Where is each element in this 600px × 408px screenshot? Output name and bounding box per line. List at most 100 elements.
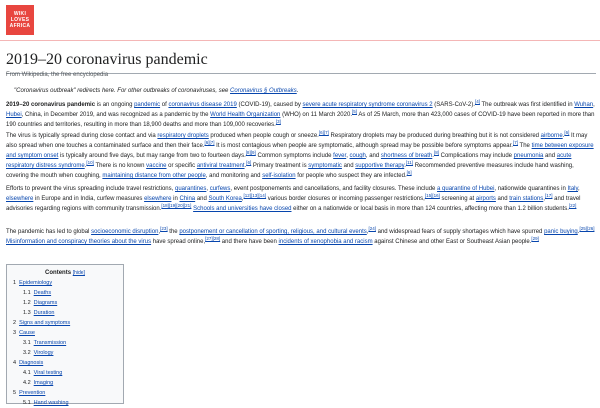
link-panic-buying[interactable]: panic buying: [544, 229, 578, 235]
link-hubei[interactable]: Hubei: [6, 112, 22, 118]
toc-item-number: 5: [13, 390, 17, 396]
citation[interactable]: [29]: [531, 236, 539, 241]
wiki-loves-africa-logo[interactable]: WIKI LOVES AFRICA: [6, 5, 34, 35]
link-south-korea[interactable]: South Korea: [209, 196, 242, 202]
hatnote-link-outbreaks[interactable]: Coronavirus § Outbreaks: [230, 88, 297, 94]
link-self-isolation[interactable]: self-isolation: [262, 173, 295, 179]
citation[interactable]: [6]: [407, 170, 412, 175]
toc-item[interactable]: 1.1 Deaths: [13, 288, 117, 298]
link-xenophobia-and-racism[interactable]: incidents of xenophobia and racism: [279, 239, 373, 245]
citation[interactable]: [6][7]: [204, 140, 214, 145]
toc-item[interactable]: 2 Signs and symptoms: [13, 318, 117, 328]
toc-item[interactable]: 3.2 Virology: [13, 348, 117, 358]
citation[interactable]: [10]: [86, 160, 94, 165]
toc-item[interactable]: 1.3 Duration: [13, 308, 117, 318]
hatnote: "Coronavirus outbreak" redirects here. F…: [14, 88, 299, 94]
citation[interactable]: [3]: [276, 119, 281, 124]
toc-item-label[interactable]: Prevention: [19, 390, 45, 396]
link-sars-cov-2[interactable]: severe acute respiratory syndrome corona…: [303, 102, 433, 108]
citation[interactable]: [8][9]: [246, 150, 256, 155]
link-italy[interactable]: Italy: [567, 186, 578, 192]
citation[interactable]: [12][13][14]: [244, 193, 267, 198]
toc-item-number: 4.1: [23, 370, 31, 376]
logo-line-3: AFRICA: [9, 23, 31, 29]
toc-item-label[interactable]: Duration: [34, 310, 55, 316]
toc-item-number: 1.2: [23, 300, 31, 306]
link-airports[interactable]: airports: [476, 196, 496, 202]
toc-item-number: 3: [13, 330, 17, 336]
toc-item-label[interactable]: Epidemiology: [19, 280, 52, 286]
citation[interactable]: [6][7]: [319, 130, 329, 135]
link-china[interactable]: China: [179, 196, 195, 202]
link-pandemic[interactable]: pandemic: [134, 102, 160, 108]
link-school-closures[interactable]: Schools and universities have closed: [193, 206, 291, 212]
toc-item-label[interactable]: Hand washing: [34, 400, 69, 406]
citation[interactable]: [22]: [569, 203, 577, 208]
link-event-cancellations[interactable]: postponement or cancellation of sporting…: [179, 229, 366, 235]
toc-item[interactable]: 4.1 Viral testing: [13, 368, 117, 378]
site-subtitle: From Wikipedia, the free encyclopedia: [6, 72, 109, 78]
citation[interactable]: [25][26]: [579, 226, 594, 231]
toc-item-label[interactable]: Transmission: [34, 340, 67, 346]
toc-item-label[interactable]: Cause: [19, 330, 35, 336]
link-respiratory-droplets[interactable]: respiratory droplets: [157, 133, 208, 139]
link-vaccine[interactable]: vaccine: [146, 163, 166, 169]
lead-subject: 2019–20 coronavirus pandemic: [6, 102, 96, 108]
link-symptomatic[interactable]: symptomatic: [308, 163, 342, 169]
toc-item-label[interactable]: Imaging: [34, 380, 54, 386]
intro-paragraph-2: The virus is typically spread during clo…: [6, 130, 594, 179]
toc-item[interactable]: 3.1 Transmission: [13, 338, 117, 348]
link-elsewhere-europe[interactable]: elsewhere: [6, 196, 33, 202]
link-elsewhere-curfews[interactable]: elsewhere: [144, 196, 171, 202]
link-who[interactable]: World Health Organization: [210, 112, 280, 118]
toc-list: 1 Epidemiology 1.1 Deaths 1.2 Diagrams 1.3 D…: [13, 278, 117, 408]
toc-item[interactable]: 4 Diagnosis: [13, 358, 117, 368]
link-socioeconomic-disruption[interactable]: socioeconomic disruption: [91, 229, 158, 235]
toc-item[interactable]: 4.2 Imaging: [13, 378, 117, 388]
citation[interactable]: [11]: [406, 160, 413, 165]
link-pneumonia[interactable]: pneumonia: [514, 153, 544, 159]
citation[interactable]: [23]: [160, 226, 168, 231]
toc-item-number: 3.2: [23, 350, 31, 356]
toc-hide-toggle[interactable]: [hide]: [73, 270, 85, 276]
citation[interactable]: [15][16]: [425, 193, 440, 198]
link-curfews[interactable]: curfews: [210, 186, 231, 192]
citation[interactable]: [27][28]: [205, 236, 220, 241]
toc-item-label[interactable]: Signs and symptoms: [19, 320, 70, 326]
toc-item-label[interactable]: Diagnosis: [19, 360, 43, 366]
toc-item-label[interactable]: Diagrams: [34, 300, 58, 306]
link-shortness-of-breath[interactable]: shortness of breath: [381, 153, 432, 159]
citation[interactable]: [24]: [368, 226, 376, 231]
link-train-stations[interactable]: train stations: [509, 196, 543, 202]
link-fever[interactable]: fever: [333, 153, 346, 159]
link-quarantines[interactable]: quarantines: [175, 186, 206, 192]
toc-item-label[interactable]: Virology: [34, 350, 54, 356]
toc-item[interactable]: 1 Epidemiology: [13, 278, 117, 288]
toc-item-number: 4: [13, 360, 17, 366]
toc-item-number: 3.1: [23, 340, 31, 346]
site-banner: WIKI LOVES AFRICA: [0, 0, 600, 41]
toc-item[interactable]: 5 Prevention: [13, 388, 117, 398]
link-wuhan[interactable]: Wuhan: [574, 102, 593, 108]
link-antiviral-treatment[interactable]: antiviral treatment: [197, 163, 245, 169]
toc-item-number: 4.2: [23, 380, 31, 386]
toc-item[interactable]: 1.2 Diagrams: [13, 298, 117, 308]
toc-title: Contents: [45, 270, 72, 276]
link-quarantine-of-hubei[interactable]: a quarantine of Hubei: [437, 186, 494, 192]
link-social-distancing[interactable]: maintaining distance from other people: [102, 173, 205, 179]
toc-item-number: 1.3: [23, 310, 31, 316]
link-airborne[interactable]: airborne: [541, 133, 563, 139]
toc-item-number: 5.1: [23, 400, 31, 406]
link-covid-19[interactable]: coronavirus disease 2019: [168, 102, 236, 108]
toc-item-label[interactable]: Viral testing: [34, 370, 63, 376]
citation[interactable]: [18][19][20][21]: [161, 203, 191, 208]
table-of-contents: Contents [hide] 1 Epidemiology 1.1 Deaths …: [6, 264, 124, 406]
toc-item[interactable]: 3 Cause: [13, 328, 117, 338]
link-cough[interactable]: cough: [350, 153, 366, 159]
link-misinformation[interactable]: Misinformation and conspiracy theories a…: [6, 239, 151, 245]
toc-item-label[interactable]: Deaths: [34, 290, 51, 296]
link-supportive-therapy[interactable]: supportive therapy: [355, 163, 404, 169]
intro-paragraph-4: The pandemic has led to global socioecon…: [6, 226, 595, 245]
intro-paragraph-3: Efforts to prevent the virus spreading i…: [6, 186, 581, 212]
page-title: 2019–20 coronavirus pandemic: [6, 51, 596, 74]
